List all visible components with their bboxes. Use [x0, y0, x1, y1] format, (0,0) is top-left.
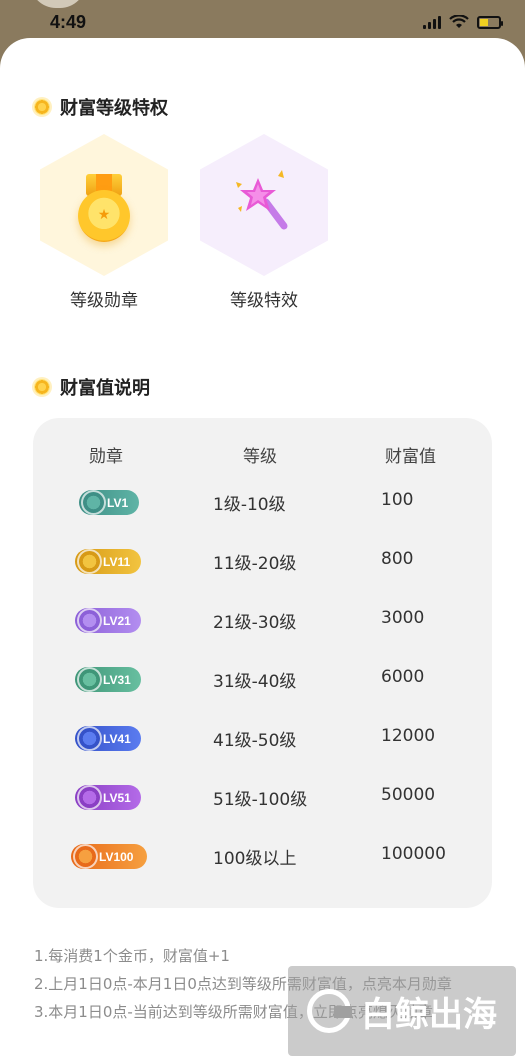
battery-icon	[477, 15, 503, 29]
wealth-value: 100000	[381, 844, 446, 864]
privileges-list: ★ 等级勋章 等级特效	[40, 134, 328, 311]
badge-label: LV1	[107, 495, 129, 510]
star-icon: ★	[97, 207, 111, 223]
level-range: 21级-30级	[213, 613, 297, 633]
badge-emblem-icon	[77, 726, 102, 751]
coin-bullet-icon	[34, 99, 50, 115]
level-range: 11级-20级	[213, 554, 297, 574]
watermark-logo-icon	[307, 989, 352, 1033]
wealth-title-text: 财富值说明	[60, 378, 150, 399]
level-range: 51级-100级	[213, 790, 308, 810]
badge-emblem-icon	[77, 667, 102, 692]
level-badge: LV51	[75, 785, 141, 810]
badge-label: LV11	[103, 554, 131, 569]
status-icons	[423, 15, 503, 29]
table-row: LV41 41级-50级 12000	[33, 718, 492, 758]
badge-emblem-icon	[77, 608, 102, 633]
privilege-level-effect[interactable]: 等级特效	[200, 134, 328, 311]
wealth-value: 800	[381, 549, 414, 569]
table-row: LV31 31级-40级 6000	[33, 659, 492, 699]
header-level: 等级	[243, 447, 277, 467]
privileges-title-text: 财富等级特权	[60, 98, 168, 119]
coin-bullet-icon	[34, 379, 50, 395]
effect-hex-tile	[200, 134, 328, 276]
table-row: LV100 100级以上 100000	[33, 836, 492, 876]
level-range: 31级-40级	[213, 672, 297, 692]
wifi-icon	[449, 15, 469, 28]
magic-wand-icon	[236, 170, 288, 230]
level-range: 41级-50级	[213, 731, 297, 751]
level-badge: LV1	[79, 490, 139, 515]
medal-hex-tile: ★	[40, 134, 168, 276]
badge-label: LV31	[103, 672, 131, 687]
watermark-text: 白鲸出海	[361, 994, 497, 1035]
wealth-value: 3000	[381, 608, 425, 628]
status-time: 4:49	[50, 12, 87, 32]
wealth-value: 12000	[381, 726, 436, 746]
badge-emblem-icon	[77, 549, 102, 574]
wealth-level-sheet: 财富等级特权 ★ 等级勋章 等级特效 财富值说明 勋章 等级 财富值 LV1 1…	[0, 38, 525, 1056]
signal-icon	[423, 15, 441, 29]
status-bar: 4:49	[0, 0, 525, 40]
level-range: 1级-10级	[213, 495, 286, 515]
privileges-section-title: 财富等级特权	[34, 94, 168, 120]
header-value: 财富值	[385, 447, 436, 467]
badge-emblem-icon	[73, 844, 98, 869]
badge-emblem-icon	[77, 785, 102, 810]
badge-emblem-icon	[81, 490, 106, 515]
badge-label: LV21	[103, 613, 131, 628]
wealth-table: 勋章 等级 财富值 LV1 1级-10级 100 LV11 11级-20级 800 LV21…	[33, 418, 492, 908]
table-row: LV21 21级-30级 3000	[33, 600, 492, 640]
table-row: LV11 11级-20级 800	[33, 541, 492, 581]
privilege-label: 等级勋章	[70, 291, 138, 311]
privilege-level-medal[interactable]: ★ 等级勋章	[40, 134, 168, 311]
wealth-value: 6000	[381, 667, 425, 687]
wealth-value: 50000	[381, 785, 436, 805]
badge-label: LV100	[99, 849, 134, 864]
badge-label: LV41	[103, 731, 131, 746]
table-row: LV51 51级-100级 50000	[33, 777, 492, 817]
privilege-label: 等级特效	[230, 291, 298, 311]
level-range: 100级以上	[213, 849, 297, 869]
level-badge: LV31	[75, 667, 141, 692]
avatar	[30, 0, 86, 8]
badge-label: LV51	[103, 790, 131, 805]
level-badge: LV11	[75, 549, 141, 574]
wealth-value: 100	[381, 490, 414, 510]
level-badge: LV41	[75, 726, 141, 751]
wealth-section-title: 财富值说明	[34, 374, 150, 400]
table-row: LV1 1级-10级 100	[33, 482, 492, 522]
level-badge: LV100	[71, 844, 147, 869]
watermark: 白鲸出海	[288, 966, 516, 1056]
level-badge: LV21	[75, 608, 141, 633]
header-badge: 勋章	[89, 447, 123, 467]
